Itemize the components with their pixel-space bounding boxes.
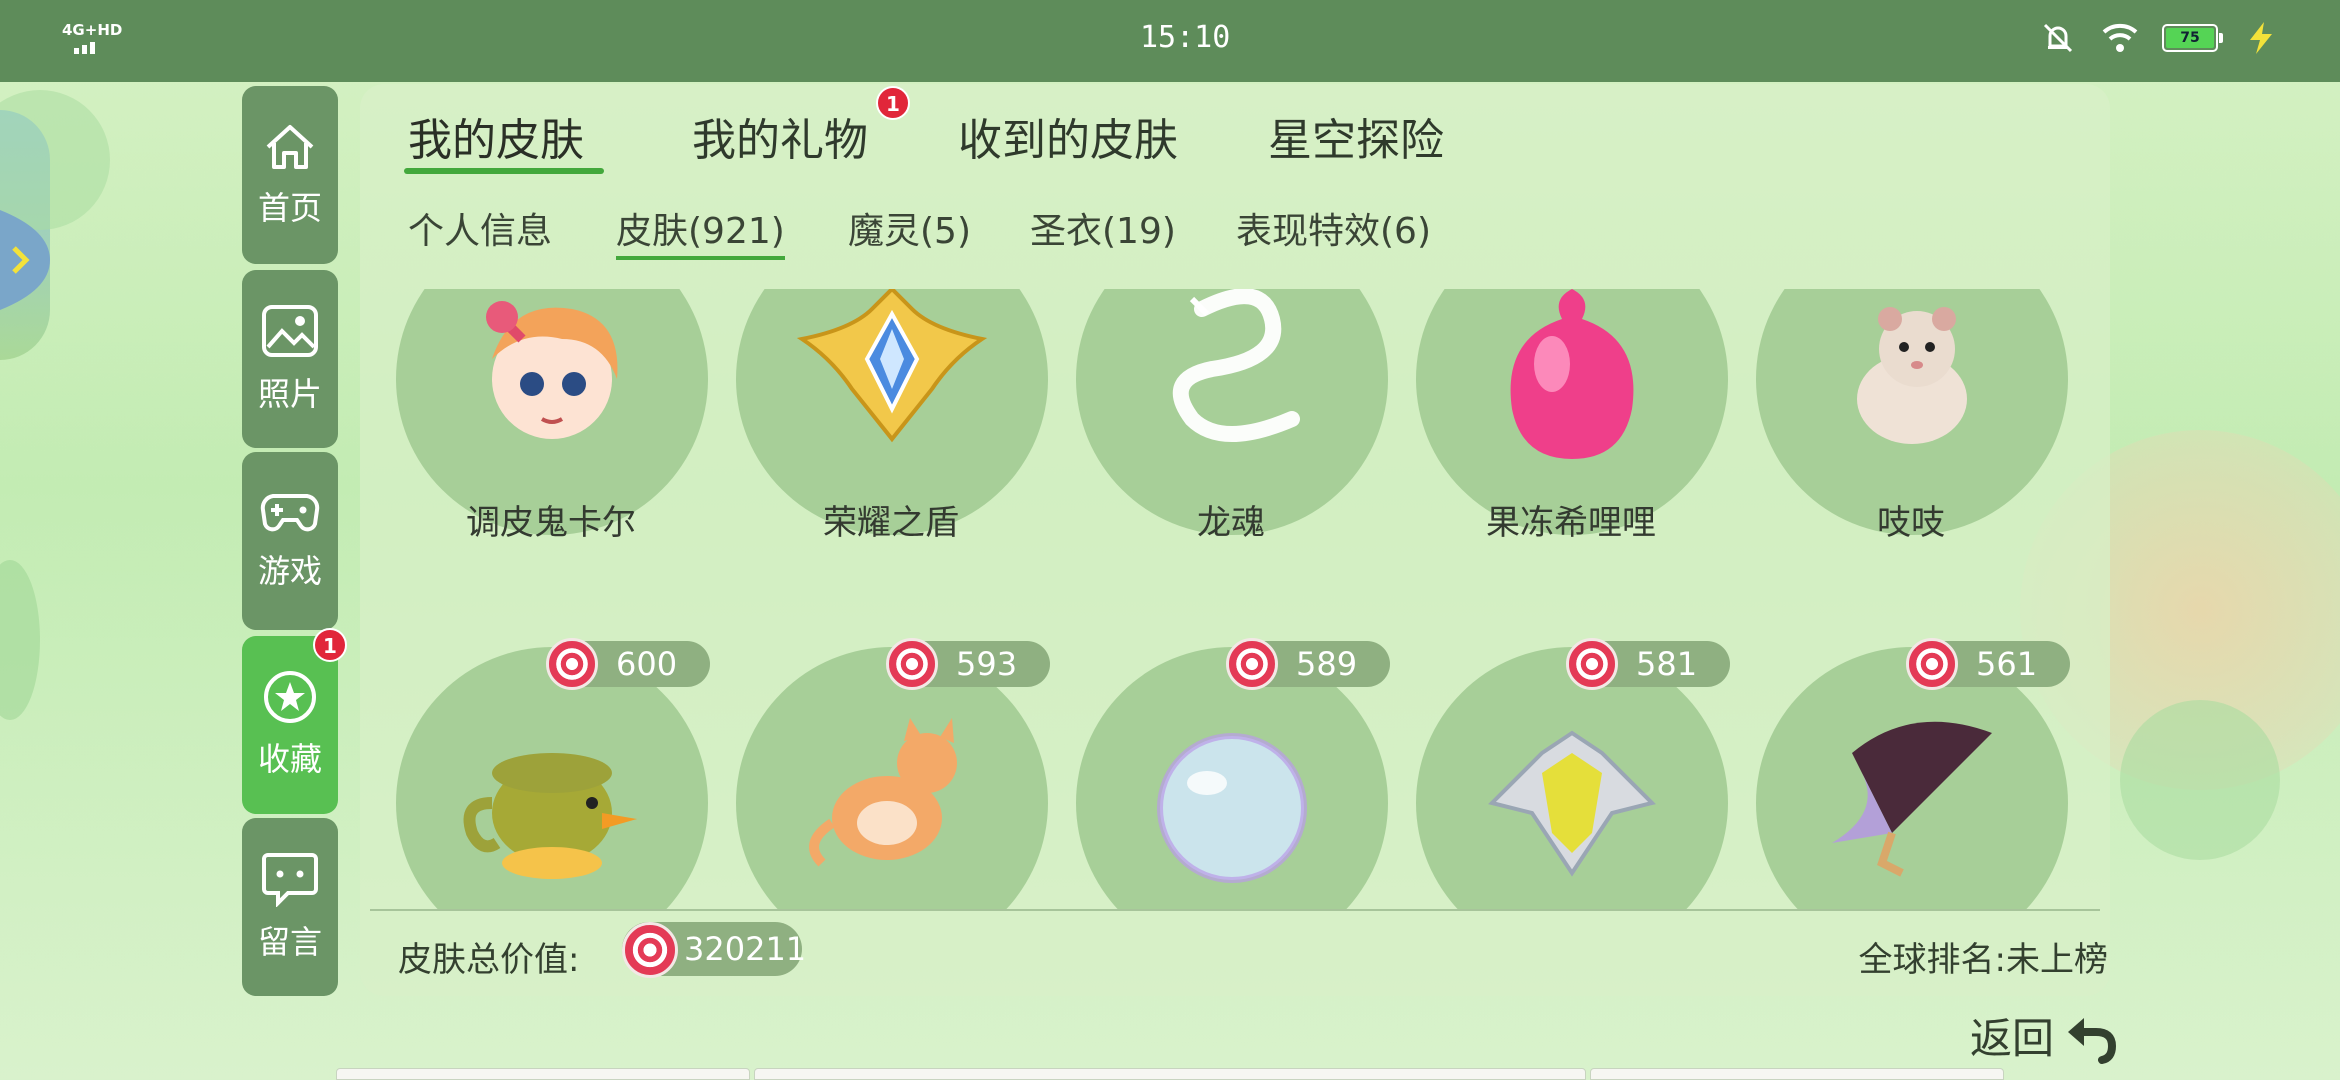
skin-name: 果冻希哩哩 [1486,503,1656,543]
skin-name: 调皮鬼卡尔 [466,503,636,543]
nav-favorites[interactable]: 收藏 [242,636,338,814]
nav-label: 首页 [257,189,322,227]
candy-icon [546,638,598,690]
skin-item[interactable]: 782 荣耀之盾 [726,289,1048,553]
tab-my-skins[interactable]: 我的皮肤 [408,104,584,168]
skin-grid: 805 调皮鬼卡尔 782 荣耀之盾 740 龙魂 734 果冻希哩哩 [360,289,2110,909]
nav-home[interactable]: 首页 [242,86,338,264]
mute-icon [2043,23,2073,53]
skin-item[interactable]: 593 [726,638,1050,909]
armor-icon [1472,693,1672,893]
side-drawer-handle[interactable] [0,210,50,310]
wifi-icon [2102,23,2138,52]
subtab-spirits[interactable]: 魔灵(5) [848,202,971,254]
total-value: 320211 [684,930,807,968]
cat-icon [792,693,992,893]
nav-photos[interactable]: 照片 [242,270,338,448]
price-value: 600 [616,645,678,683]
boy-avatar-icon [452,289,652,469]
bottom-bar-segment [1590,1068,2004,1080]
photo-icon [260,303,320,359]
subtab-effects[interactable]: 表现特效(6) [1236,202,1431,254]
tab-star-adventure[interactable]: 星空探险 [1268,104,1444,168]
divider [370,909,2100,911]
nav-messages[interactable]: 留言 [242,818,338,996]
battery-icon: 75 [2162,24,2223,52]
price-tag: 561 [1906,638,2070,690]
background-bubble [2120,700,2280,860]
back-button[interactable]: 返回 [1970,1005,2118,1066]
status-bar: 4G+HD 15:10 75 [0,0,2340,82]
skin-item[interactable]: 805 调皮鬼卡尔 [386,289,708,553]
hamster-icon [1812,289,2012,469]
return-arrow-icon [2068,1017,2117,1064]
price-value: 589 [1296,645,1358,683]
total-value-label: 皮肤总价值: [398,940,580,980]
price-value: 561 [1976,645,2038,683]
candy-icon [1566,638,1618,690]
tab-my-gifts[interactable]: 我的礼物 [692,104,868,168]
background-bubble [0,560,40,720]
notification-badge: 1 [313,628,347,662]
price-tag: 593 [886,638,1050,690]
skin-item[interactable]: 589 [1066,638,1390,909]
nav-label: 收藏 [257,740,322,778]
subtab-profile[interactable]: 个人信息 [408,202,552,254]
active-tab-indicator [404,168,604,174]
subtab-skins[interactable]: 皮肤(921) [616,202,785,260]
skin-name: 荣耀之盾 [823,503,959,543]
price-value: 593 [956,645,1018,683]
candy-icon [622,922,678,978]
price-tag: 589 [1226,638,1390,690]
price-tag: 600 [546,638,710,690]
skin-item[interactable]: 740 龙魂 [1066,289,1388,553]
candy-icon [1226,638,1278,690]
star-icon [262,670,318,724]
skin-name: 龙魂 [1197,503,1265,543]
price-tag: 581 [1566,638,1730,690]
nav-games[interactable]: 游戏 [242,452,338,630]
signal-icon [74,42,95,54]
tab-received-skins[interactable]: 收到的皮肤 [958,104,1178,168]
skin-item[interactable]: 581 [1406,638,1730,909]
nav-label: 游戏 [257,552,322,590]
home-icon [262,121,318,173]
bottom-bar-segment [336,1068,750,1080]
candy-icon [886,638,938,690]
jelly-icon [1472,289,1672,469]
subtab-armor[interactable]: 圣衣(19) [1030,202,1176,254]
nav-label: 留言 [257,923,322,961]
charging-icon [2250,22,2272,54]
background-bubble [0,90,110,230]
candy-icon [1906,638,1958,690]
clock: 15:10 [1140,20,1231,55]
skin-item[interactable]: 600 [386,638,710,909]
dragon-spirit-icon [1132,289,1332,469]
skin-item[interactable]: 661 吱吱 [1746,289,2068,553]
notification-badge: 1 [876,86,910,120]
shield-icon [792,289,992,469]
folding-fan-icon [1812,693,2012,893]
skin-name: 吱吱 [1877,503,1945,543]
total-value-badge: 320211 [622,922,806,978]
global-rank: 全球排名:未上榜 [1858,940,2108,980]
skin-item[interactable]: 734 果冻希哩哩 [1406,289,1728,553]
message-icon [260,851,320,907]
gamepad-icon [259,490,321,536]
bubble-icon [1132,693,1332,893]
skin-item[interactable]: 561 [1746,638,2070,909]
network-indicator: 4G+HD [62,21,123,39]
back-label: 返回 [1970,1014,2055,1063]
skin-panel: 我的皮肤 我的礼物 1 收到的皮肤 星空探险 个人信息 皮肤(921) 魔灵(5… [360,84,2110,996]
bottom-bar-segment [754,1068,1586,1080]
price-value: 581 [1636,645,1698,683]
nav-label: 照片 [257,375,322,413]
duck-teapot-icon [452,693,652,893]
battery-level: 75 [2166,28,2214,48]
